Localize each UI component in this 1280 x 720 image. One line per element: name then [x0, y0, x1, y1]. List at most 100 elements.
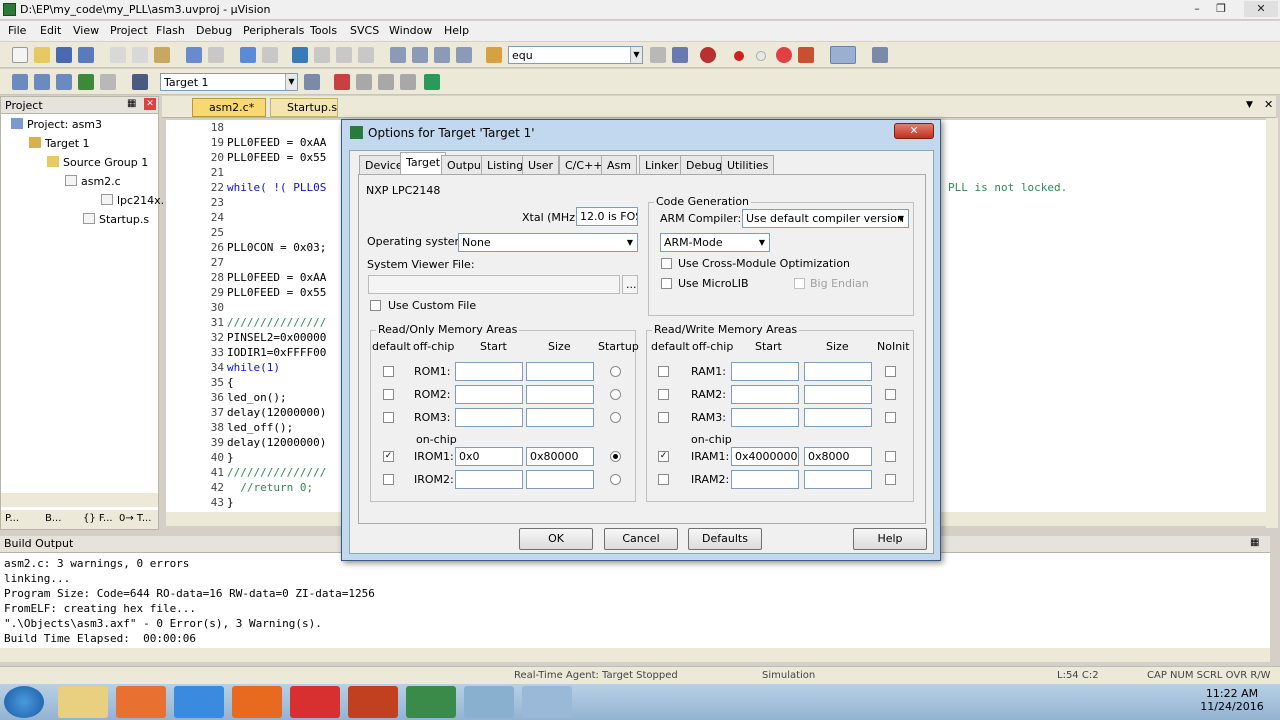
close-tab-icon[interactable]: ✕ [1264, 98, 1273, 111]
unindent-icon[interactable] [412, 47, 428, 63]
app-icon-3[interactable] [522, 686, 572, 718]
rom-startup-radio[interactable] [610, 451, 621, 462]
tree-item-source-group[interactable]: Source Group 1 [47, 156, 148, 169]
os-select[interactable]: None ▼ [458, 233, 638, 252]
next-bookmark-icon[interactable] [336, 47, 352, 63]
output-hscrollbar[interactable] [0, 648, 1270, 662]
ram-default-checkbox[interactable] [658, 474, 669, 485]
disable-breakpoint-icon[interactable] [756, 51, 766, 61]
ram-start-input[interactable] [731, 385, 799, 404]
tab-target[interactable]: Target [400, 152, 447, 174]
tab-utilities[interactable]: Utilities [721, 155, 775, 174]
rom-start-input[interactable] [455, 408, 523, 427]
menu-project[interactable]: Project [110, 24, 148, 37]
menu-edit[interactable]: Edit [40, 24, 61, 37]
tab-templates[interactable]: 0→ T... [119, 513, 151, 524]
rom-default-checkbox[interactable] [383, 412, 394, 423]
minimize-button[interactable]: – [1186, 1, 1208, 17]
tab-project[interactable]: P... [5, 513, 19, 524]
window-layout-icon[interactable] [830, 46, 856, 64]
ram-noinit-checkbox[interactable] [885, 451, 896, 462]
options-for-target-icon[interactable] [304, 74, 320, 90]
pack-manager-icon[interactable] [424, 74, 440, 90]
save-all-icon[interactable] [78, 47, 94, 63]
ram-size-input[interactable] [804, 470, 872, 489]
ram-size-input[interactable] [804, 385, 872, 404]
compiler-select[interactable]: Use default compiler version ▼ [742, 209, 909, 228]
firefox-icon[interactable] [232, 686, 282, 718]
menu-tools[interactable]: Tools [310, 24, 337, 37]
clear-bookmarks-icon[interactable] [358, 47, 374, 63]
new-file-icon[interactable] [12, 47, 28, 63]
configure-icon[interactable] [872, 47, 888, 63]
ram-default-checkbox[interactable] [658, 366, 669, 377]
rebuild-icon[interactable] [56, 74, 72, 90]
ram-default-checkbox[interactable]: ✓ [658, 451, 669, 462]
redo-icon[interactable] [208, 47, 224, 63]
ram-size-input[interactable] [804, 362, 872, 381]
tab-user[interactable]: User [522, 155, 560, 174]
menu-window[interactable]: Window [389, 24, 432, 37]
menu-flash[interactable]: Flash [156, 24, 185, 37]
ram-size-input[interactable]: 0x8000 [804, 447, 872, 466]
rom-default-checkbox[interactable] [383, 366, 394, 377]
office-icon[interactable] [348, 686, 398, 718]
pin-icon[interactable]: ▦ [127, 98, 136, 109]
save-icon[interactable] [56, 47, 72, 63]
run-time-env-icon[interactable] [378, 74, 394, 90]
nav-back-icon[interactable] [240, 47, 256, 63]
microlib-checkbox[interactable] [661, 278, 672, 289]
manage-project-icon[interactable] [334, 74, 350, 90]
kill-all-breakpoints-icon[interactable] [798, 47, 814, 63]
keil-uvision-icon[interactable] [406, 686, 456, 718]
ram-size-input[interactable] [804, 408, 872, 427]
chevron-down-icon[interactable]: ▼ [895, 211, 907, 226]
mode-select[interactable]: ARM-Mode ▼ [660, 233, 770, 252]
cancel-button[interactable]: Cancel [604, 528, 678, 550]
ram-noinit-checkbox[interactable] [885, 389, 896, 400]
tab-asm2[interactable]: asm2.c* [192, 98, 266, 117]
explorer-icon[interactable] [58, 686, 108, 718]
tab-linker[interactable]: Linker [639, 155, 685, 174]
tree-hscrollbar[interactable] [1, 493, 158, 507]
rom-startup-radio[interactable] [610, 389, 621, 400]
tab-books[interactable]: B... [45, 513, 61, 524]
breakpoint-icon[interactable] [734, 51, 744, 61]
pin-icon[interactable]: ▦ [1250, 537, 1259, 548]
chevron-down-icon[interactable]: ▼ [285, 74, 297, 90]
pdf-reader-icon[interactable] [290, 686, 340, 718]
copy-icon[interactable] [132, 47, 148, 63]
ram-default-checkbox[interactable] [658, 412, 669, 423]
ram-noinit-checkbox[interactable] [885, 366, 896, 377]
ram-start-input[interactable] [731, 470, 799, 489]
tab-functions[interactable]: {} F... [83, 513, 113, 524]
rom-startup-radio[interactable] [610, 412, 621, 423]
tree-item-asm2[interactable]: asm2.c [65, 175, 121, 188]
ok-button[interactable]: OK [519, 528, 593, 550]
tab-startup[interactable]: Startup.s [270, 98, 338, 117]
chevron-down-icon[interactable]: ▼ [630, 47, 642, 63]
find-icon[interactable] [650, 47, 666, 63]
tree-item-target[interactable]: Target 1 [29, 137, 90, 150]
debug-session-icon[interactable] [700, 47, 716, 63]
indent-icon[interactable] [390, 47, 406, 63]
rom-start-input[interactable]: 0x0 [455, 447, 523, 466]
rom-start-input[interactable] [455, 470, 523, 489]
rom-default-checkbox[interactable] [383, 389, 394, 400]
rom-startup-radio[interactable] [610, 474, 621, 485]
chevron-down-icon[interactable]: ▼ [756, 235, 768, 250]
menu-debug[interactable]: Debug [196, 24, 232, 37]
bookmark-icon[interactable] [292, 47, 308, 63]
editor-vscrollbar[interactable] [1266, 118, 1278, 528]
rom-size-input[interactable] [526, 385, 594, 404]
comment-icon[interactable] [434, 47, 450, 63]
rom-default-checkbox[interactable]: ✓ [383, 451, 394, 462]
ram-start-input[interactable]: 0x40000000 [731, 447, 799, 466]
translate-icon[interactable] [12, 74, 28, 90]
rom-startup-radio[interactable] [610, 366, 621, 377]
menu-file[interactable]: File [8, 24, 26, 37]
tab-list-icon[interactable]: ▼ [1246, 100, 1253, 110]
rom-start-input[interactable] [455, 362, 523, 381]
stop-build-icon[interactable] [100, 74, 116, 90]
rom-size-input[interactable]: 0x80000 [526, 447, 594, 466]
